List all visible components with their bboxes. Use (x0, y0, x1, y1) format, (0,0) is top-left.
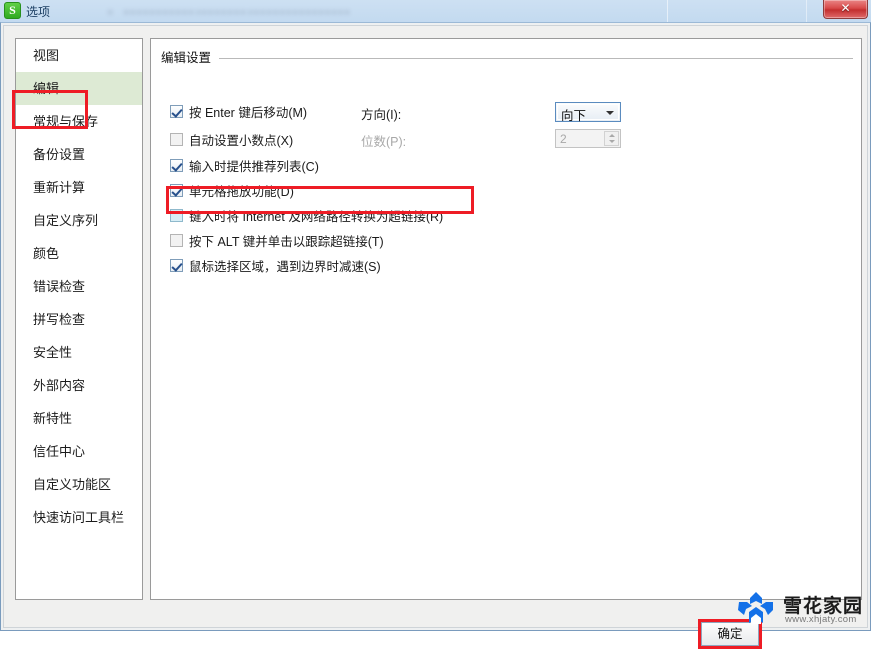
checkbox-row-enter-move[interactable]: 按 Enter 键后移动(M) (170, 102, 307, 120)
group-divider (219, 58, 853, 59)
sidebar-item-edit[interactable]: 编辑 (16, 72, 142, 105)
sidebar-item-label: 视图 (33, 48, 60, 63)
category-sidebar[interactable]: 视图 编辑 常规与保存 备份设置 重新计算 自定义序列 颜色 错误检查 拼写检查… (15, 38, 143, 600)
checkbox-cell-drag-drop[interactable] (170, 183, 183, 197)
checkbox-row-autoformat-hyperlink[interactable]: 键入时将 Internet 及网络路径转换为超链接(R) (170, 206, 443, 224)
sidebar-item-label: 错误检查 (33, 279, 86, 294)
sidebar-item-label: 备份设置 (33, 147, 86, 162)
checkbox-label: 单元格拖放功能(D) (189, 184, 294, 199)
checkbox-alt-click-hyperlink[interactable] (170, 233, 183, 247)
sidebar-item-quick-access-toolbar[interactable]: 快速访问工具栏 (16, 501, 142, 534)
sidebar-item-new-features[interactable]: 新特性 (16, 402, 142, 435)
sidebar-item-label: 重新计算 (33, 180, 86, 195)
direction-dropdown[interactable]: 向下 (555, 102, 621, 123)
close-icon[interactable]: ✕ (823, 0, 868, 19)
sidebar-item-error-check[interactable]: 错误检查 (16, 270, 142, 303)
sidebar-item-label: 常规与保存 (33, 114, 99, 129)
checkbox-label: 键入时将 Internet 及网络路径转换为超链接(R) (189, 209, 444, 224)
checkbox-label: 按 Enter 键后移动(M) (189, 105, 308, 120)
sidebar-item-label: 外部内容 (33, 378, 86, 393)
sidebar-item-label: 颜色 (33, 246, 60, 261)
checkbox-mouse-select-slowdown[interactable] (170, 258, 183, 272)
stepper-buttons[interactable] (604, 131, 619, 146)
checkbox-enter-move[interactable] (170, 104, 183, 118)
decimals-label: 位数(P): (361, 135, 407, 149)
checkbox-label: 按下 ALT 键并单击以跟踪超链接(T) (189, 234, 384, 249)
sidebar-item-label: 信任中心 (33, 444, 86, 459)
sidebar-item-colors[interactable]: 颜色 (16, 237, 142, 270)
sidebar-item-view[interactable]: 视图 (16, 39, 142, 72)
wps-spreadsheet-icon: S (4, 2, 21, 19)
sidebar-item-trust-center[interactable]: 信任中心 (16, 435, 142, 468)
checkbox-label: 自动设置小数点(X) (189, 133, 294, 148)
sidebar-item-spell-check[interactable]: 拼写检查 (16, 303, 142, 336)
checkbox-row-alt-click-hyperlink[interactable]: 按下 ALT 键并单击以跟踪超链接(T) (170, 231, 384, 249)
edit-settings-panel: 编辑设置 按 Enter 键后移动(M) 自动设置小数点(X) 输入时提供推荐列… (150, 38, 862, 600)
direction-value: 向下 (561, 109, 587, 123)
decimals-value: 2 (560, 132, 567, 146)
checkbox-row-mouse-select-slowdown[interactable]: 鼠标选择区域，遇到边界时减速(S) (170, 256, 381, 274)
direction-label: 方向(I): (361, 108, 402, 122)
decimals-stepper[interactable]: 2 (555, 129, 621, 148)
checkbox-row-auto-decimal[interactable]: 自动设置小数点(X) (170, 130, 293, 148)
sidebar-item-label: 自定义功能区 (33, 477, 112, 492)
checkbox-autoformat-hyperlink[interactable] (170, 208, 183, 222)
sidebar-item-label: 新特性 (33, 411, 73, 426)
chevron-down-icon[interactable] (606, 111, 614, 115)
checkbox-row-cell-drag-drop[interactable]: 单元格拖放功能(D) (170, 181, 294, 199)
sidebar-item-backup[interactable]: 备份设置 (16, 138, 142, 171)
checkbox-label: 输入时提供推荐列表(C) (189, 159, 319, 174)
stepper-down-icon[interactable] (609, 140, 615, 143)
checkbox-row-suggestion-list[interactable]: 输入时提供推荐列表(C) (170, 156, 319, 174)
stepper-up-icon[interactable] (609, 134, 615, 137)
sidebar-item-customize-ribbon[interactable]: 自定义功能区 (16, 468, 142, 501)
group-title: 编辑设置 (161, 47, 218, 66)
sidebar-item-recalculate[interactable]: 重新计算 (16, 171, 142, 204)
sidebar-item-external-content[interactable]: 外部内容 (16, 369, 142, 402)
sidebar-item-custom-lists[interactable]: 自定义序列 (16, 204, 142, 237)
sidebar-item-label: 拼写检查 (33, 312, 86, 327)
checkbox-label: 鼠标选择区域，遇到边界时减速(S) (189, 259, 381, 274)
ok-button[interactable]: 确定 (701, 622, 759, 646)
checkbox-auto-decimal[interactable] (170, 132, 183, 146)
window-title: 选项 (26, 5, 51, 19)
dialog-content-area: 视图 编辑 常规与保存 备份设置 重新计算 自定义序列 颜色 错误检查 拼写检查… (3, 25, 868, 649)
checkbox-suggestion-list[interactable] (170, 158, 183, 172)
sidebar-item-label: 自定义序列 (33, 213, 99, 228)
sidebar-item-security[interactable]: 安全性 (16, 336, 142, 369)
sidebar-item-general-save[interactable]: 常规与保存 (16, 105, 142, 138)
sidebar-item-label: 安全性 (33, 345, 73, 360)
options-dialog: 视图 编辑 常规与保存 备份设置 重新计算 自定义序列 颜色 错误检查 拼写检查… (0, 22, 871, 649)
titlebar: S 选项 ✕ (0, 0, 871, 22)
sidebar-item-label: 快速访问工具栏 (33, 510, 125, 525)
sidebar-item-label: 编辑 (33, 81, 60, 96)
